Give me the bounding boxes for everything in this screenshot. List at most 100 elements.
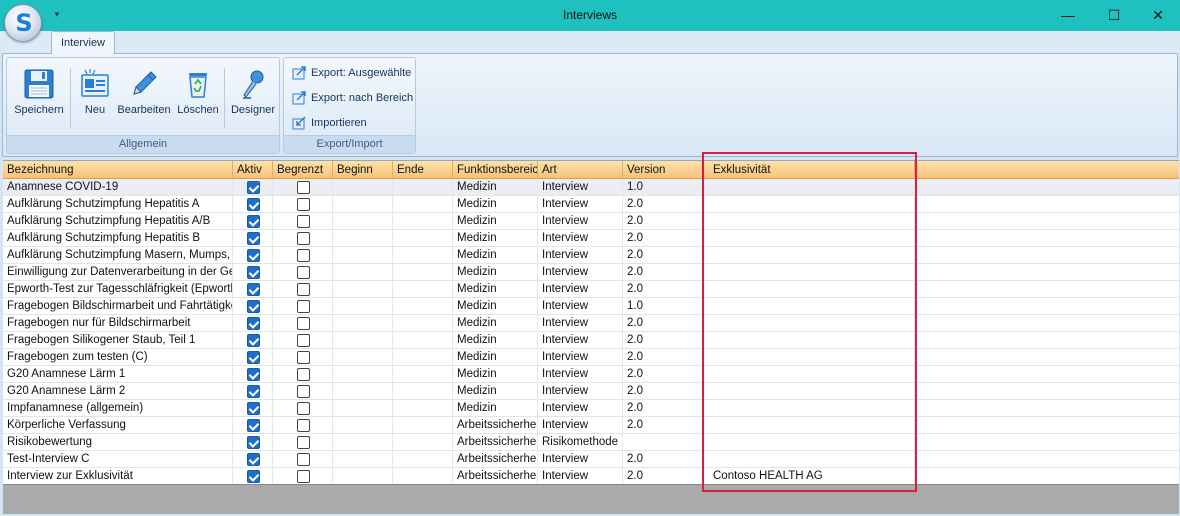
cell-art: Interview bbox=[538, 213, 623, 229]
quick-access-dropdown-icon[interactable]: ▾ bbox=[52, 9, 62, 19]
table-row[interactable]: Fragebogen zum testen (C) Medizin Intervie… bbox=[3, 349, 1179, 366]
begrenzt-checkbox[interactable] bbox=[297, 385, 310, 398]
table-row[interactable]: Impfanamnese (allgemein) Medizin Interview… bbox=[3, 400, 1179, 417]
cell-bezeichnung: Fragebogen nur für Bildschirmarbeit bbox=[3, 315, 233, 331]
table-row[interactable]: Aufklärung Schutzimpfung Hepatitis A Medi… bbox=[3, 196, 1179, 213]
application-menu-button[interactable]: S bbox=[4, 4, 42, 42]
cell-bezeichnung: G20 Anamnese Lärm 1 bbox=[3, 366, 233, 382]
aktiv-checkbox[interactable] bbox=[247, 232, 260, 245]
begrenzt-checkbox[interactable] bbox=[297, 300, 310, 313]
table-row[interactable]: Risikobewertung Arbeitssicherheit Risikome… bbox=[3, 434, 1179, 451]
table-row[interactable]: Fragebogen Silikogener Staub, Teil 1 Medi… bbox=[3, 332, 1179, 349]
table-row[interactable]: G20 Anamnese Lärm 1 Medizin Interview 2.0 bbox=[3, 366, 1179, 383]
column-header-beginn[interactable]: Beginn bbox=[333, 161, 393, 179]
cell-art: Interview bbox=[538, 468, 623, 484]
table-row[interactable]: Anamnese COVID-19 Medizin Interview 1.0 bbox=[3, 179, 1179, 196]
aktiv-checkbox[interactable] bbox=[247, 436, 260, 449]
begrenzt-checkbox[interactable] bbox=[297, 215, 310, 228]
begrenzt-checkbox[interactable] bbox=[297, 266, 310, 279]
tab-interview[interactable]: Interview bbox=[51, 31, 115, 54]
begrenzt-checkbox[interactable] bbox=[297, 453, 310, 466]
begrenzt-checkbox[interactable] bbox=[297, 317, 310, 330]
column-header-bezeichnung[interactable]: Bezeichnung bbox=[3, 161, 233, 179]
table-row[interactable]: Fragebogen Bildschirmarbeit und Fahrtäti… bbox=[3, 298, 1179, 315]
cell-filler bbox=[915, 179, 1179, 195]
aktiv-checkbox[interactable] bbox=[247, 385, 260, 398]
aktiv-checkbox[interactable] bbox=[247, 453, 260, 466]
aktiv-checkbox[interactable] bbox=[247, 470, 260, 483]
column-header-begrenzt[interactable]: Begrenzt bbox=[273, 161, 333, 179]
cell-aktiv bbox=[233, 451, 273, 467]
aktiv-checkbox[interactable] bbox=[247, 249, 260, 262]
cell-ende bbox=[393, 179, 453, 195]
table-row[interactable]: Einwilligung zur Datenverarbeitung in de… bbox=[3, 264, 1179, 281]
column-header-exklusivitaet[interactable]: Exklusivität bbox=[703, 161, 915, 179]
cell-art: Interview bbox=[538, 179, 623, 195]
save-button[interactable]: Speichern bbox=[11, 64, 67, 126]
table-row[interactable]: Aufklärung Schutzimpfung Hepatitis B Medi… bbox=[3, 230, 1179, 247]
cell-bezeichnung: Aufklärung Schutzimpfung Hepatitis A/B bbox=[3, 213, 233, 229]
table-row[interactable]: Körperliche Verfassung Arbeitssicherheit I… bbox=[3, 417, 1179, 434]
table-row[interactable]: Test-Interview C Arbeitssicherheit Intervi… bbox=[3, 451, 1179, 468]
aktiv-checkbox[interactable] bbox=[247, 402, 260, 415]
close-button[interactable]: ✕ bbox=[1135, 0, 1180, 31]
aktiv-checkbox[interactable] bbox=[247, 283, 260, 296]
cell-aktiv bbox=[233, 383, 273, 399]
column-header-art[interactable]: Art bbox=[538, 161, 623, 179]
table-row[interactable]: Epworth-Test zur Tagesschläfrigkeit (Epw… bbox=[3, 281, 1179, 298]
cell-filler bbox=[915, 417, 1179, 433]
minimize-button[interactable]: — bbox=[1045, 0, 1091, 31]
cell-bezeichnung: Fragebogen Bildschirmarbeit und Fahrtäti… bbox=[3, 298, 233, 314]
column-header-ende[interactable]: Ende bbox=[393, 161, 453, 179]
column-header-version[interactable]: Version bbox=[623, 161, 703, 179]
begrenzt-checkbox[interactable] bbox=[297, 368, 310, 381]
aktiv-checkbox[interactable] bbox=[247, 300, 260, 313]
begrenzt-checkbox[interactable] bbox=[297, 198, 310, 211]
aktiv-checkbox[interactable] bbox=[247, 317, 260, 330]
begrenzt-checkbox[interactable] bbox=[297, 436, 310, 449]
begrenzt-checkbox[interactable] bbox=[297, 181, 310, 194]
table-row[interactable]: G20 Anamnese Lärm 2 Medizin Interview 2.0 bbox=[3, 383, 1179, 400]
table-row[interactable]: Aufklärung Schutzimpfung Hepatitis A/B Me… bbox=[3, 213, 1179, 230]
aktiv-checkbox[interactable] bbox=[247, 266, 260, 279]
export-selected-button[interactable]: Export: Ausgewählte bbox=[290, 62, 412, 84]
table-row[interactable]: Fragebogen nur für Bildschirmarbeit Mediz… bbox=[3, 315, 1179, 332]
begrenzt-checkbox[interactable] bbox=[297, 249, 310, 262]
begrenzt-checkbox[interactable] bbox=[297, 470, 310, 483]
export-by-area-button[interactable]: Export: nach Bereich bbox=[290, 87, 413, 109]
import-button[interactable]: Importieren bbox=[290, 112, 412, 134]
begrenzt-checkbox[interactable] bbox=[297, 334, 310, 347]
begrenzt-checkbox[interactable] bbox=[297, 351, 310, 364]
cell-exklusivitaet bbox=[703, 417, 915, 433]
designer-button[interactable]: Designer bbox=[229, 64, 277, 126]
column-header-funktionsbereich[interactable]: Funktionsbereich bbox=[453, 161, 538, 179]
cell-version: 2.0 bbox=[623, 383, 703, 399]
aktiv-checkbox[interactable] bbox=[247, 368, 260, 381]
column-header-aktiv[interactable]: Aktiv bbox=[233, 161, 273, 179]
begrenzt-checkbox[interactable] bbox=[297, 232, 310, 245]
aktiv-checkbox[interactable] bbox=[247, 215, 260, 228]
edit-button[interactable]: Bearbeiten bbox=[117, 64, 171, 126]
delete-button[interactable]: Löschen bbox=[175, 64, 221, 126]
aktiv-checkbox[interactable] bbox=[247, 351, 260, 364]
new-button[interactable]: Neu bbox=[77, 64, 113, 126]
maximize-button[interactable]: ☐ bbox=[1091, 0, 1137, 31]
cell-begrenzt bbox=[273, 213, 333, 229]
cell-ende bbox=[393, 383, 453, 399]
aktiv-checkbox[interactable] bbox=[247, 198, 260, 211]
ribbon-tabstrip bbox=[0, 31, 1180, 53]
aktiv-checkbox[interactable] bbox=[247, 181, 260, 194]
aktiv-checkbox[interactable] bbox=[247, 334, 260, 347]
begrenzt-checkbox[interactable] bbox=[297, 283, 310, 296]
begrenzt-checkbox[interactable] bbox=[297, 419, 310, 432]
table-row[interactable]: Aufklärung Schutzimpfung Masern, Mumps, … bbox=[3, 247, 1179, 264]
cell-exklusivitaet bbox=[703, 332, 915, 348]
cell-exklusivitaet bbox=[703, 383, 915, 399]
cell-aktiv bbox=[233, 179, 273, 195]
aktiv-checkbox[interactable] bbox=[247, 419, 260, 432]
begrenzt-checkbox[interactable] bbox=[297, 402, 310, 415]
ribbon: Speichern Neu Bearbeiten Löschen Designe… bbox=[2, 53, 1178, 157]
cell-begrenzt bbox=[273, 332, 333, 348]
cell-funktionsbereich: Medizin bbox=[453, 400, 538, 416]
table-row[interactable]: Interview zur Exklusivität Arbeitssicherh… bbox=[3, 468, 1179, 485]
